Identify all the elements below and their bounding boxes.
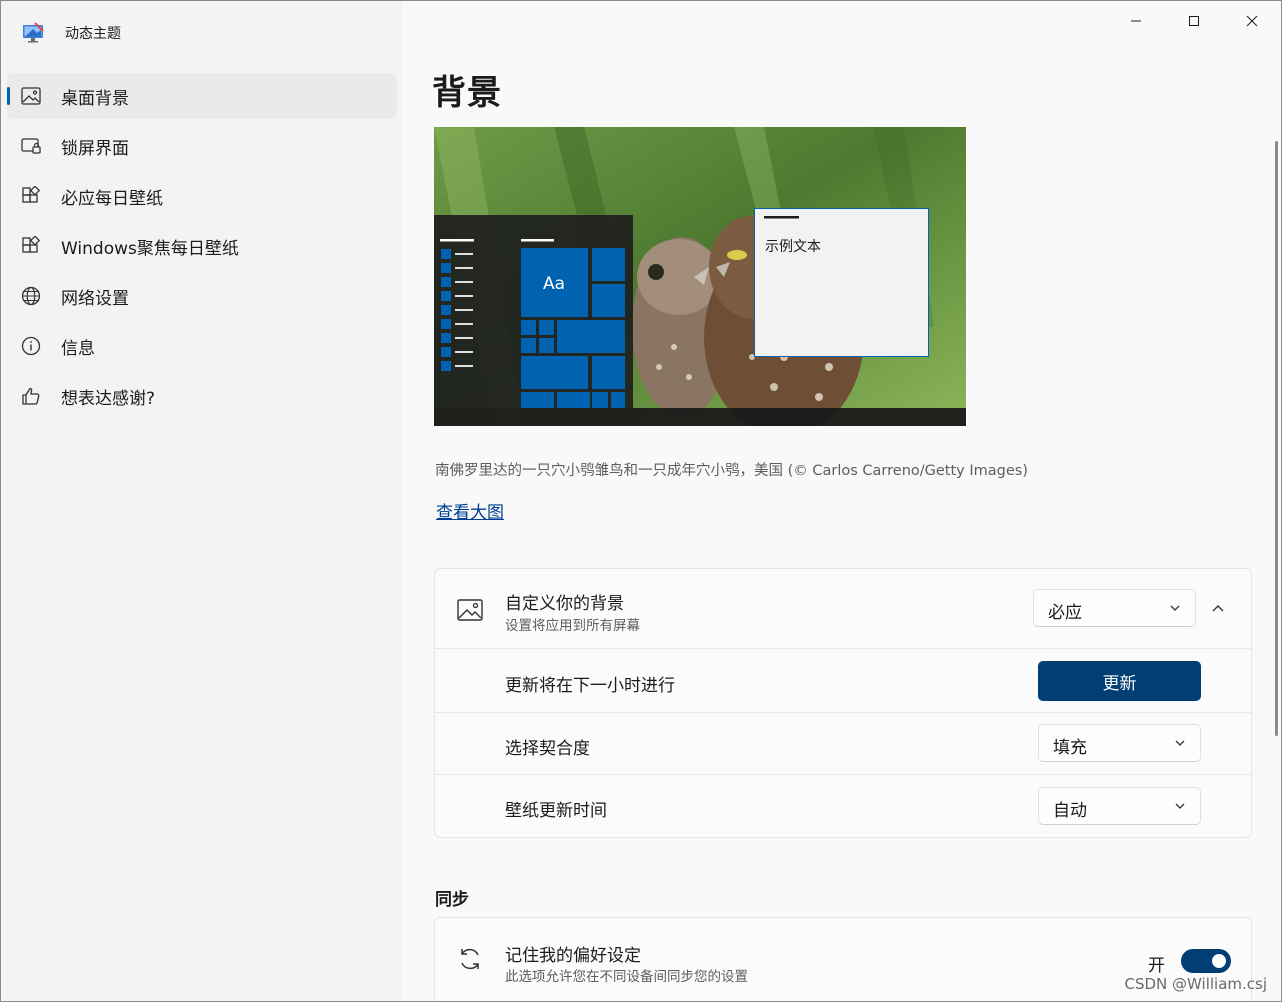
dropdown-value: 填充 [1053,738,1087,758]
sidebar-item-label: 桌面背景 [61,88,129,109]
dropdown-value: 必应 [1048,603,1082,623]
preview-tile-text: Aa [543,274,565,294]
picture-icon [457,599,483,625]
page-title: 背景 [432,73,502,113]
maximize-button[interactable] [1165,1,1223,41]
sidebar-item-windows-spotlight[interactable]: Windows聚焦每日壁纸 [7,223,397,269]
monitor-palette-icon [23,22,44,43]
sidebar-item-thanks[interactable]: 想表达感谢? [7,373,397,419]
sidebar-item-bing-daily[interactable]: 必应每日壁纸 [7,173,397,219]
preview-image: Aa 示例文本 [434,127,966,426]
customize-subtitle: 设置将应用到所有屏幕 [505,618,640,634]
update-row: 更新将在下一小时进行 更新 [435,648,1251,713]
sidebar-item-desktop-background[interactable]: 桌面背景 [7,73,397,119]
minimize-icon [1131,20,1141,22]
sync-subtitle: 此选项允许您在不同设备间同步您的设置 [505,969,748,985]
customize-background-card: 自定义你的背景 设置将应用到所有屏幕 必应 更新将在下一小时进行 更新 选择契合… [434,568,1252,838]
picture-icon [21,86,41,106]
main-content: 背景 Aa 示例文本 南佛罗里达的一只穴小鸮雏鸟和一只成年穴小鸮，美国 (© C… [402,1,1281,1001]
watermark: CSDN @William.csj [1124,975,1267,993]
thumbs-up-icon [21,386,41,406]
fit-row: 选择契合度 填充 [435,712,1251,775]
window-controls [1107,1,1281,41]
fit-dropdown[interactable]: 填充 [1038,724,1201,762]
sync-toggle[interactable] [1181,949,1231,973]
toggle-label: 开 [1148,956,1165,976]
sidebar: 动态主题 桌面背景 锁屏界面 必应每日壁纸 Windows聚焦每日壁纸 网络设置… [1,1,402,1001]
scrollbar[interactable] [1275,141,1278,736]
apps-add-icon [21,236,41,256]
app-window: 动态主题 桌面背景 锁屏界面 必应每日壁纸 Windows聚焦每日壁纸 网络设置… [0,0,1282,1002]
update-time-dropdown[interactable]: 自动 [1038,787,1201,825]
view-full-image-link[interactable]: 查看大图 [436,498,504,523]
update-label: 更新将在下一小时进行 [505,676,675,696]
maximize-icon [1189,16,1199,26]
background-source-dropdown[interactable]: 必应 [1033,589,1196,627]
sidebar-item-label: 网络设置 [61,288,129,309]
chevron-down-icon [1175,803,1185,809]
minimize-button[interactable] [1107,1,1165,41]
update-time-row: 壁纸更新时间 自动 [435,774,1251,837]
sidebar-item-label: 锁屏界面 [61,138,129,159]
dropdown-value: 自动 [1053,801,1087,821]
image-caption: 南佛罗里达的一只穴小鸮雏鸟和一只成年穴小鸮，美国 (© Carlos Carre… [435,463,1028,479]
update-button[interactable]: 更新 [1038,661,1201,701]
sidebar-item-label: 信息 [61,338,95,359]
chevron-down-icon [1175,740,1185,746]
sidebar-item-label: 想表达感谢? [61,388,156,409]
sync-title: 记住我的偏好设定 [505,946,641,966]
apps-add-icon [21,186,41,206]
fit-label: 选择契合度 [505,739,590,759]
background-preview: Aa 示例文本 [434,127,966,426]
sidebar-item-info[interactable]: 信息 [7,323,397,369]
chevron-down-icon [1170,605,1180,611]
update-time-label: 壁纸更新时间 [505,801,607,821]
sync-icon [457,946,483,976]
close-button[interactable] [1223,1,1281,41]
preview-sample-text: 示例文本 [765,239,821,255]
sidebar-item-network-settings[interactable]: 网络设置 [7,273,397,319]
globe-icon [21,286,41,306]
sidebar-item-label: 必应每日壁纸 [61,188,163,209]
app-title: 动态主题 [65,26,121,42]
sync-heading: 同步 [435,890,469,910]
sidebar-nav: 桌面背景 锁屏界面 必应每日壁纸 Windows聚焦每日壁纸 网络设置 信息 想… [7,73,397,423]
sidebar-item-lock-screen[interactable]: 锁屏界面 [7,123,397,169]
close-icon [1246,15,1258,27]
app-title-bar: 动态主题 [21,19,121,47]
chevron-up-icon[interactable] [1211,601,1225,620]
info-icon [21,336,41,356]
customize-title: 自定义你的背景 [505,594,624,614]
sidebar-item-label: Windows聚焦每日壁纸 [61,238,239,259]
lock-screen-icon [21,136,41,156]
